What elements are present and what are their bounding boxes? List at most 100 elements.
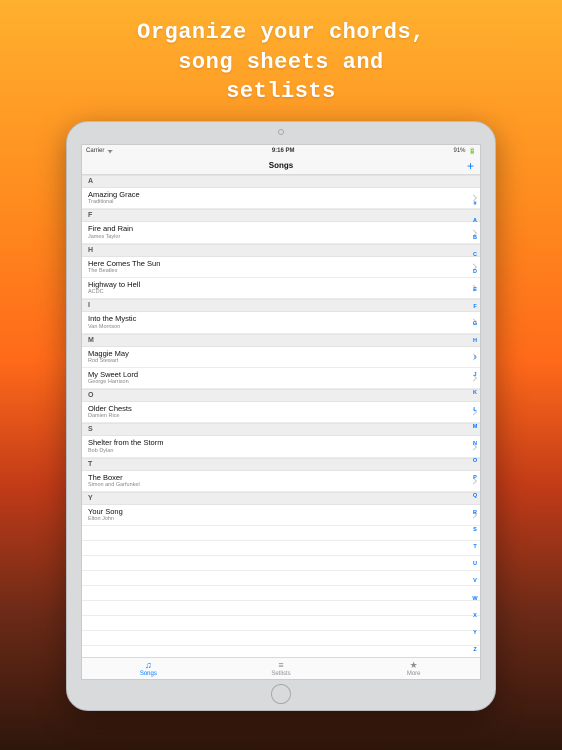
section-header: M (82, 334, 480, 347)
battery-pct: 91% (453, 148, 465, 154)
song-title: The Boxer (88, 474, 466, 482)
wifi-icon: ᯤ (107, 147, 112, 155)
index-letter[interactable]: L (473, 407, 476, 413)
setlists-icon: ≡ (278, 661, 283, 670)
tab-songs[interactable]: ♫Songs (82, 658, 215, 679)
add-button[interactable]: + (467, 157, 474, 175)
tab-more[interactable]: ★More (347, 658, 480, 679)
tab-label: More (407, 671, 421, 677)
tab-label: Songs (140, 671, 157, 677)
song-title: Here Comes The Sun (88, 260, 466, 268)
index-letter[interactable]: Y (473, 630, 477, 636)
blank-row (82, 571, 480, 586)
song-title: Into the Mystic (88, 315, 466, 323)
section-header: H (82, 244, 480, 257)
song-row[interactable]: The BoxerSimon and Garfunkel (82, 471, 480, 492)
blank-row (82, 526, 480, 541)
nav-bar: Songs + (82, 157, 480, 175)
index-letter[interactable]: S (473, 527, 477, 533)
song-artist: George Harrison (88, 379, 466, 385)
hero-line-1: Organize your chords, (137, 18, 425, 48)
section-index[interactable]: # A B C D E F G H I J K L M N O P Q R S T U V W X Y Z (471, 195, 479, 659)
index-letter[interactable]: C (473, 252, 477, 258)
song-artist: The Beatles (88, 268, 466, 274)
index-letter[interactable]: O (473, 458, 477, 464)
more-icon: ★ (410, 661, 418, 670)
index-letter[interactable]: K (473, 390, 477, 396)
section-header: I (82, 299, 480, 312)
song-artist: Bob Dylan (88, 448, 466, 454)
carrier-label: Carrier (86, 148, 104, 154)
blank-row (82, 616, 480, 631)
hero-headline: Organize your chords, song sheets and se… (127, 0, 435, 121)
song-row[interactable]: Shelter from the StormBob Dylan (82, 436, 480, 457)
index-letter[interactable]: E (473, 287, 477, 293)
section-header: T (82, 458, 480, 471)
hero-line-2: song sheets and (137, 48, 425, 78)
blank-row (82, 541, 480, 556)
index-letter[interactable]: M (473, 424, 478, 430)
song-row[interactable]: Maggie MayRod Stewart (82, 347, 480, 368)
index-letter[interactable]: H (473, 338, 477, 344)
hero-line-3: setlists (137, 77, 425, 107)
song-row[interactable]: Highway to HellACDC (82, 278, 480, 299)
song-row[interactable]: Amazing GraceTraditional (82, 188, 480, 209)
index-letter[interactable]: J (473, 372, 476, 378)
song-title: Fire and Rain (88, 225, 466, 233)
song-row[interactable]: Here Comes The SunThe Beatles (82, 257, 480, 278)
index-letter[interactable]: Z (473, 647, 476, 653)
song-title: Older Chests (88, 405, 466, 413)
song-artist: Van Morrison (88, 324, 466, 330)
song-row[interactable]: My Sweet LordGeorge Harrison (82, 368, 480, 389)
index-letter[interactable]: P (473, 475, 477, 481)
index-letter[interactable]: # (473, 201, 476, 207)
song-title: Shelter from the Storm (88, 439, 466, 447)
section-header: F (82, 209, 480, 222)
index-letter[interactable]: B (473, 235, 477, 241)
home-button[interactable] (271, 684, 291, 704)
blank-row (82, 586, 480, 601)
index-letter[interactable]: W (472, 596, 477, 602)
tab-bar: ♫Songs≡Setlists★More (82, 657, 480, 679)
index-letter[interactable]: I (474, 355, 476, 361)
screen: Carrier ᯤ 9:16 PM 91% 🔋 Songs + AAmazing… (81, 144, 481, 680)
section-header: Y (82, 492, 480, 505)
song-title: Your Song (88, 508, 466, 516)
songs-icon: ♫ (145, 661, 152, 670)
song-row[interactable]: Fire and RainJames Taylor (82, 222, 480, 243)
section-header: A (82, 175, 480, 188)
song-title: Amazing Grace (88, 191, 466, 199)
index-letter[interactable]: R (473, 510, 477, 516)
tab-setlists[interactable]: ≡Setlists (215, 658, 348, 679)
song-artist: Traditional (88, 199, 466, 205)
index-letter[interactable]: U (473, 561, 477, 567)
index-letter[interactable]: V (473, 578, 477, 584)
ipad-frame: Carrier ᯤ 9:16 PM 91% 🔋 Songs + AAmazing… (66, 121, 496, 711)
index-letter[interactable]: Q (473, 493, 477, 499)
song-row[interactable]: Into the MysticVan Morrison (82, 312, 480, 333)
index-letter[interactable]: N (473, 441, 477, 447)
index-letter[interactable]: G (473, 321, 477, 327)
camera-dot (278, 129, 284, 135)
status-bar: Carrier ᯤ 9:16 PM 91% 🔋 (82, 145, 480, 157)
page-title: Songs (269, 161, 293, 170)
section-header: O (82, 389, 480, 402)
song-row[interactable]: Older ChestsDamien Rice (82, 402, 480, 423)
song-title: Maggie May (88, 350, 466, 358)
tab-label: Setlists (271, 671, 290, 677)
song-title: Highway to Hell (88, 281, 466, 289)
index-letter[interactable]: A (473, 218, 477, 224)
blank-row (82, 556, 480, 571)
index-letter[interactable]: T (473, 544, 476, 550)
song-artist: Elton John (88, 516, 466, 522)
songs-list[interactable]: AAmazing GraceTraditionalFFire and RainJ… (82, 175, 480, 657)
song-artist: ACDC (88, 289, 466, 295)
index-letter[interactable]: D (473, 269, 477, 275)
song-row[interactable]: Your SongElton John (82, 505, 480, 526)
song-artist: Simon and Garfunkel (88, 482, 466, 488)
index-letter[interactable]: X (473, 613, 477, 619)
song-artist: Damien Rice (88, 413, 466, 419)
status-time: 9:16 PM (272, 148, 295, 154)
song-artist: James Taylor (88, 234, 466, 240)
index-letter[interactable]: F (473, 304, 476, 310)
